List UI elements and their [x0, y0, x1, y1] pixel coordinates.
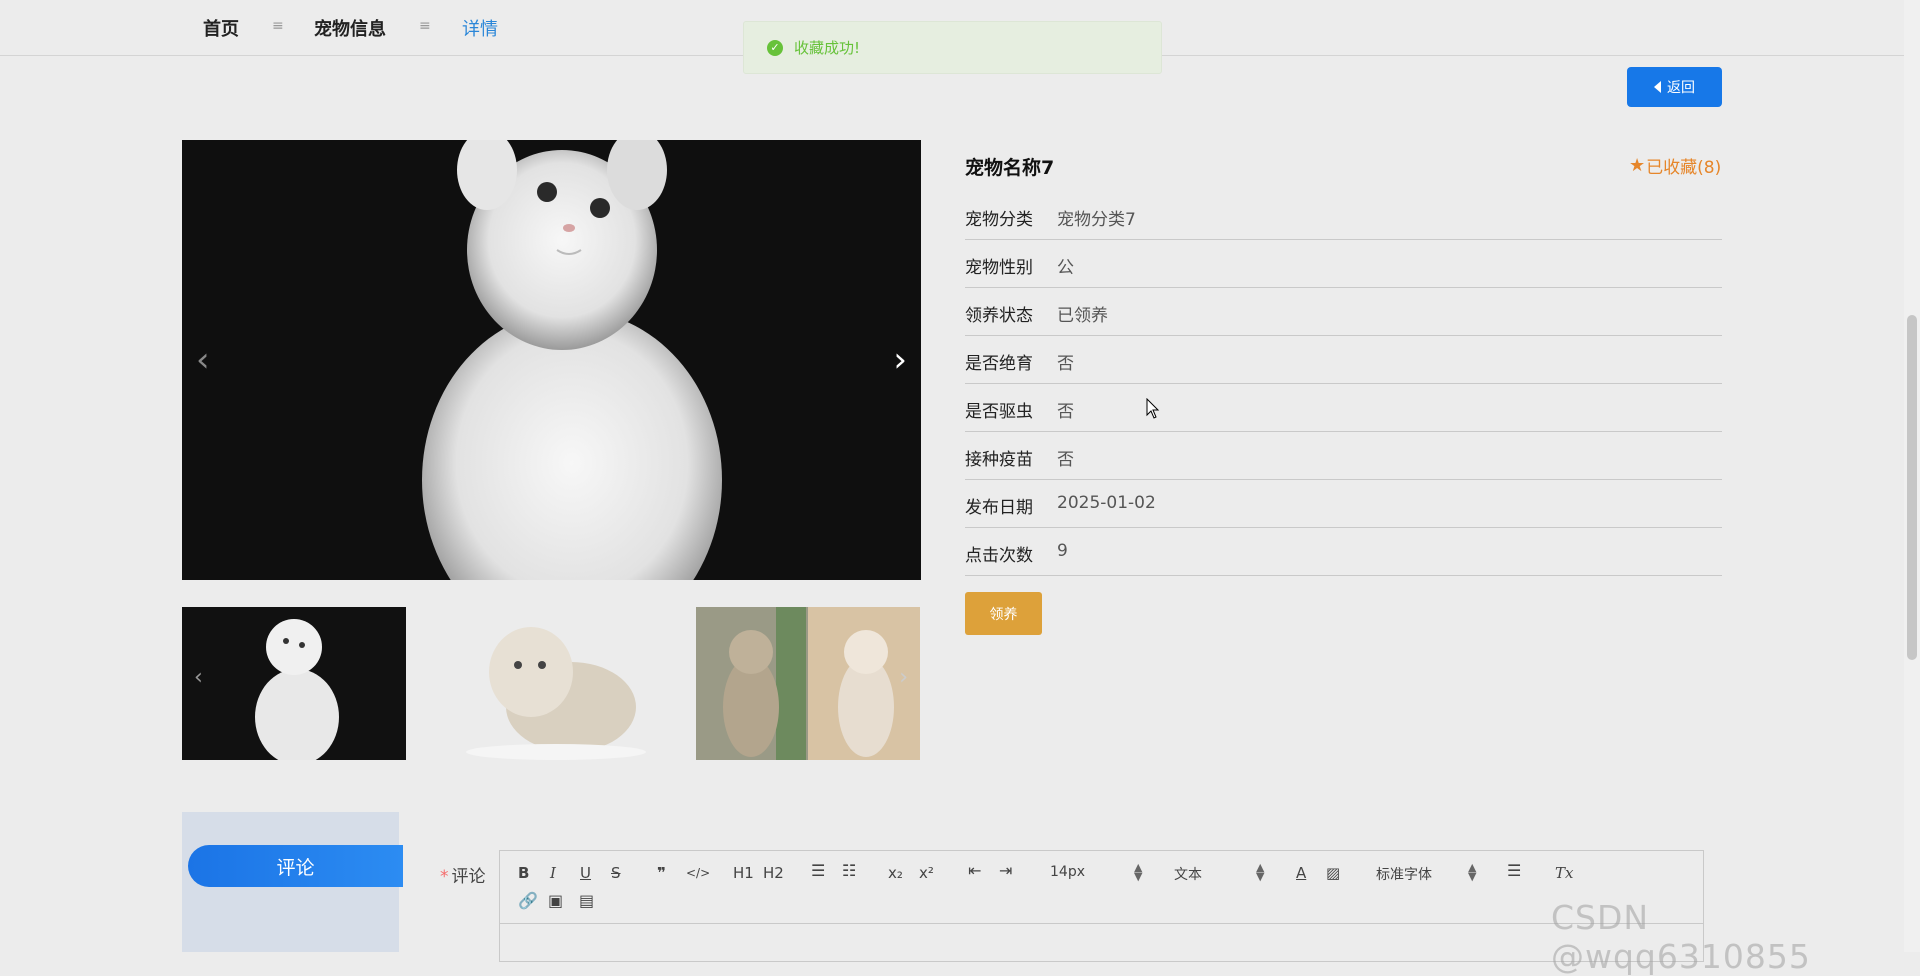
cat-photo	[422, 140, 722, 580]
h2-button[interactable]: H2	[763, 863, 784, 883]
code-block-button[interactable]: </>	[686, 863, 710, 883]
carousel-next-button[interactable]: ›	[893, 340, 907, 380]
cat-thumbnail	[255, 619, 339, 760]
font-family-select[interactable]: 标准字体	[1376, 864, 1432, 884]
mouse-cursor-icon	[1146, 398, 1160, 419]
nav-pets-link[interactable]: 宠物信息	[314, 15, 386, 41]
favorite-label: 已收藏(8)	[1646, 158, 1722, 178]
blockquote-button[interactable]: ❞	[657, 863, 666, 883]
star-icon: ★	[1629, 155, 1646, 176]
info-row: 点击次数 9	[965, 528, 1722, 576]
rich-text-editor[interactable]: B I U S ❞ </> H1 H2 ☰ ☷ x₂ x² ⇤ ⇥ 14px ▲…	[499, 850, 1704, 962]
info-label: 是否驱虫	[965, 402, 1033, 422]
editor-toolbar: B I U S ❞ </> H1 H2 ☰ ☷ x₂ x² ⇤ ⇥ 14px ▲…	[500, 851, 1703, 924]
info-value: 2025-01-02	[1057, 493, 1156, 513]
info-value: 否	[1057, 450, 1074, 470]
thumbnail-2[interactable]	[436, 607, 660, 760]
info-label: 接种疫苗	[965, 450, 1033, 470]
video-icon[interactable]: ▤	[579, 891, 594, 911]
thumbnail-1[interactable]: ‹	[182, 607, 406, 760]
nav-separator: ≡	[272, 18, 284, 34]
scrollbar-thumb[interactable]	[1907, 315, 1917, 660]
info-label: 领养状态	[965, 306, 1033, 326]
text-format-select[interactable]: 文本	[1174, 864, 1202, 884]
bold-button[interactable]: B	[518, 863, 529, 883]
font-color-icon[interactable]: A	[1296, 863, 1306, 883]
pet-name: 宠物名称7	[965, 157, 1055, 179]
superscript-button[interactable]: x²	[919, 863, 934, 883]
info-value: 9	[1057, 541, 1068, 561]
link-icon[interactable]: 🔗	[518, 891, 538, 911]
outdent-icon[interactable]: ⇤	[968, 861, 981, 881]
info-value: 宠物分类7	[1057, 210, 1136, 230]
favorite-button[interactable]: ★ 已收藏(8)	[1629, 153, 1721, 178]
font-select-arrows-icon: ▲ ▼	[1468, 861, 1477, 883]
page-scrollbar[interactable]	[1904, 0, 1920, 952]
info-value: 否	[1057, 354, 1074, 374]
back-button[interactable]: 返回	[1627, 67, 1722, 107]
caret-left-icon	[1654, 81, 1661, 93]
font-size-select[interactable]: 14px	[1050, 864, 1085, 880]
info-row: 领养状态 已领养	[965, 288, 1722, 336]
info-row: 宠物性别 公	[965, 240, 1722, 288]
clear-format-button[interactable]: Tx	[1555, 863, 1573, 883]
required-mark: *	[440, 867, 449, 887]
nav-detail-link[interactable]: 详情	[462, 15, 498, 41]
comment-tab[interactable]: 评论	[188, 845, 403, 887]
info-label: 宠物分类	[965, 210, 1033, 230]
info-value: 否	[1057, 402, 1074, 422]
back-label: 返回	[1667, 80, 1695, 96]
thumb-next-button[interactable]: ›	[899, 665, 908, 690]
carousel-prev-button[interactable]: ‹	[196, 340, 210, 380]
subscript-button[interactable]: x₂	[888, 863, 903, 883]
comment-label-text: 评论	[451, 867, 486, 887]
indent-icon[interactable]: ⇥	[999, 861, 1012, 881]
adopt-button[interactable]: 领养	[965, 592, 1042, 635]
info-row: 是否绝育 否	[965, 336, 1722, 384]
ordered-list-icon[interactable]: ☰	[811, 861, 825, 881]
nav-home-link[interactable]: 首页	[203, 15, 239, 41]
thumb-prev-button[interactable]: ‹	[194, 665, 203, 690]
background-color-icon[interactable]: ▨	[1326, 863, 1340, 883]
info-label: 是否绝育	[965, 354, 1033, 374]
info-row: 是否驱虫 否	[965, 384, 1722, 432]
info-row: 宠物分类 宠物分类7	[965, 192, 1722, 240]
watermark: CSDN @wqq6310855	[1551, 898, 1811, 976]
strike-button[interactable]: S	[611, 863, 621, 883]
h1-button[interactable]: H1	[733, 863, 754, 883]
bullet-list-icon[interactable]: ☷	[842, 861, 856, 881]
info-value: 公	[1057, 258, 1074, 278]
main-pet-image: ‹ ›	[182, 140, 921, 580]
info-label: 发布日期	[965, 498, 1033, 518]
italic-button[interactable]: I	[550, 863, 556, 883]
format-select-arrows-icon: ▲ ▼	[1256, 861, 1265, 883]
info-row: 接种疫苗 否	[965, 432, 1722, 480]
comment-field-label: * 评论	[440, 862, 486, 887]
align-icon[interactable]: ☰	[1507, 861, 1521, 881]
info-label: 点击次数	[965, 546, 1033, 566]
info-value: 已领养	[1057, 306, 1108, 326]
thumbnail-3[interactable]: ›	[696, 607, 920, 760]
toast-message: 收藏成功!	[794, 39, 861, 57]
kittens-thumbnail	[696, 607, 920, 760]
info-label: 宠物性别	[965, 258, 1033, 278]
image-icon[interactable]: ▣	[548, 891, 563, 911]
info-row: 发布日期 2025-01-02	[965, 480, 1722, 528]
nav-separator: ≡	[419, 18, 431, 34]
size-select-arrows-icon: ▲ ▼	[1134, 861, 1143, 883]
success-toast: ✓ 收藏成功!	[743, 21, 1162, 74]
underline-button[interactable]: U	[580, 863, 591, 883]
ferret-thumbnail	[466, 627, 646, 760]
check-circle-icon: ✓	[767, 39, 783, 56]
